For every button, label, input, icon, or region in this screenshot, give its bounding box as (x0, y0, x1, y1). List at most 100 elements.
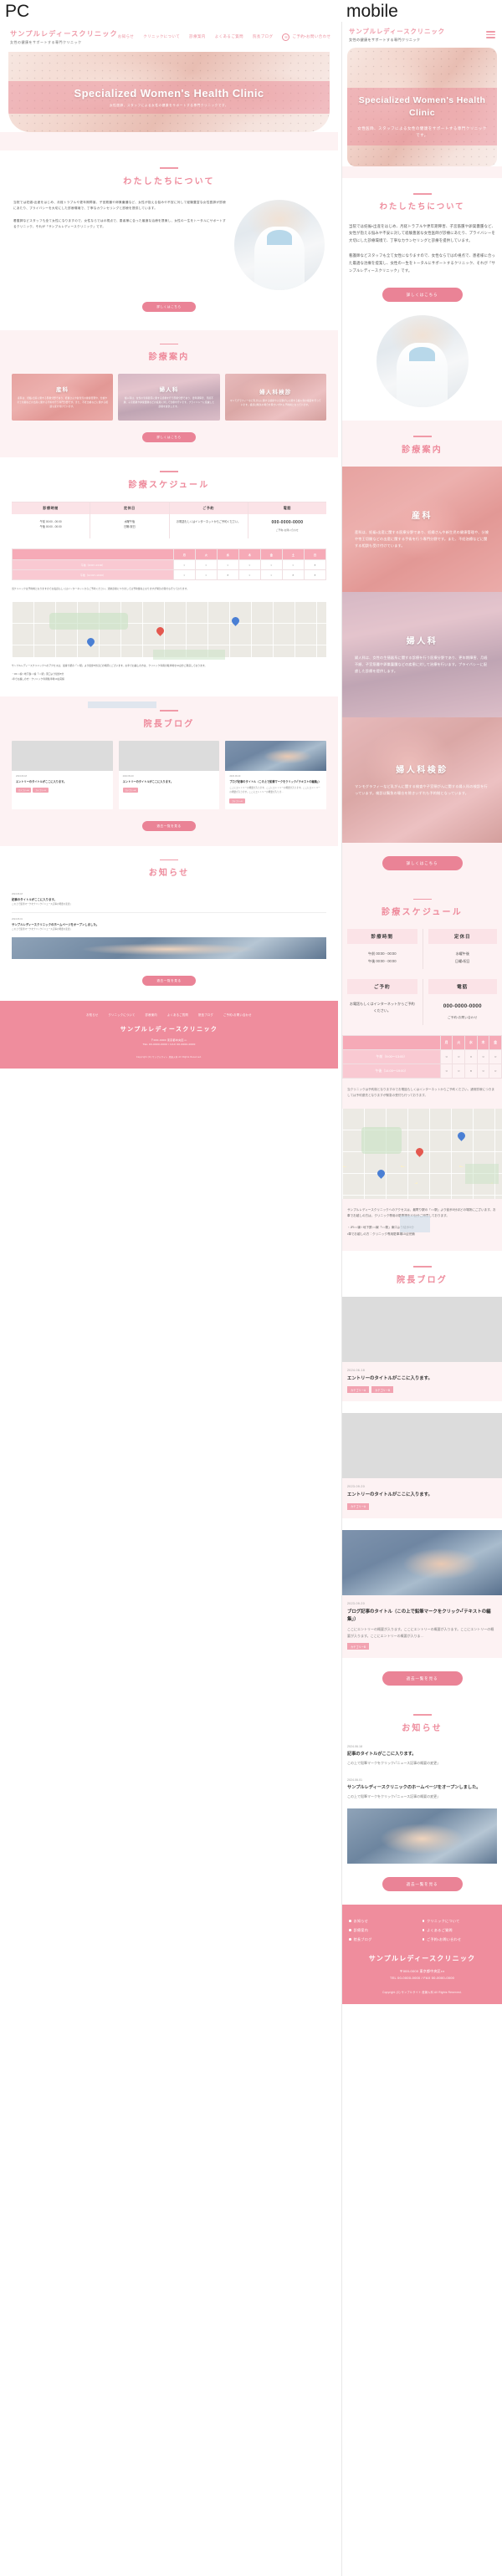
blog-thumbnail (342, 1296, 502, 1362)
footer-link-services[interactable]: 診療案内 (349, 1926, 423, 1935)
nav-item-services[interactable]: 診療案内 (189, 34, 206, 39)
mobile-service-card-obstetrics[interactable]: 産科 産科は、妊娠・出産に関する医療分野であり、妊婦さんや新生児の健康管理や、分… (342, 466, 502, 592)
mobile-blog-archive-button[interactable]: 過去一覧を見る (382, 1671, 463, 1686)
mobile-brand-block[interactable]: サンプルレディースクリニック 女性の健康をサポートする専門クリニック (349, 27, 445, 43)
about-title: わたしたちについて (123, 176, 215, 186)
tag[interactable]: カテゴリーB (229, 798, 245, 803)
hours-pm: 午後 00:00 - 00:00 (368, 958, 397, 963)
phone-caption: ご予約・お問い合わせ (447, 1015, 478, 1019)
blog-tags: カテゴリーA カテゴリーB (347, 1386, 497, 1394)
mark: ○ (259, 569, 283, 581)
mobile-news-item[interactable]: 2024.06.18 記事のタイトルがここに入ります。 この上で鉛筆マークをクリ… (342, 1745, 502, 1767)
tag[interactable]: カテゴリーB (371, 1386, 394, 1394)
service-text: 婦人科は、女性の生殖器系に関する診療を行う医療分野であり、更年期障害、月経不順、… (355, 655, 488, 674)
news-item[interactable]: 2024.06.01 サンプルレディースクリニックのホームページをオープンしまし… (12, 913, 326, 964)
heading-rule (412, 898, 432, 900)
tag[interactable]: カテゴリーA (16, 788, 32, 793)
news-archive-button[interactable]: 過去一覧を見る (142, 975, 196, 986)
mobile-news-archive-button[interactable]: 過去一覧を見る (382, 1877, 463, 1892)
mark: ○ (172, 559, 196, 571)
access-line-3: ・車でお越しの方：クリニック専用駐車場10台完備 (347, 1232, 415, 1236)
blog-post-title: エントリーのタイトルがここに入ります。 (16, 779, 67, 783)
footer-link-faq[interactable]: よくあるご質問 (422, 1926, 496, 1935)
service-name: 婦人科 (159, 387, 179, 394)
footer-link-blog[interactable]: 院長ブログ (198, 1013, 213, 1017)
access-map[interactable] (12, 601, 326, 657)
mobile-blog-card[interactable]: 2023.09.20 ブログ記事のタイトル（この上で鉛筆マークをクリック・「テキ… (342, 1529, 502, 1659)
hamburger-menu-icon[interactable] (486, 31, 495, 38)
footer-link-about[interactable]: クリニックについて (422, 1916, 496, 1926)
tag[interactable]: カテゴリーA (122, 788, 139, 793)
service-card-screening[interactable]: 婦人科検診 マンモグラフィーなど乳がんに関する検査や子宮頸がんに関する婦人科の検… (224, 374, 326, 421)
nav-item-about[interactable]: クリニックについて (143, 34, 180, 39)
services-more-button[interactable]: 詳しくはこちら (142, 432, 196, 443)
service-name: 婦人科検診 (259, 389, 292, 395)
tag[interactable]: カテゴリーB (33, 788, 49, 793)
map-pin-landmark[interactable] (230, 615, 242, 627)
nav-contact-button[interactable]: ✉ ご予約・お問い合わせ (282, 33, 330, 41)
brand-block[interactable]: サンプルレディースクリニック 女性の健康をサポートする専門クリニック (10, 28, 118, 45)
mobile-about-more-button[interactable]: 詳しくはこちら (382, 288, 463, 303)
map-pin-landmark[interactable] (455, 1130, 467, 1141)
mobile-access-text: サンプルレディースクリニックへのアクセスは、最寄り駅の「○○駅」より徒歩5分ほど… (347, 1207, 497, 1237)
tag[interactable]: カテゴリーA (347, 1502, 370, 1510)
mobile-service-card-gynecology[interactable]: 婦人科 婦人科は、女性の生殖器系に関する診療を行う医療分野であり、更年期障害、月… (342, 591, 502, 717)
nav-item-faq[interactable]: よくあるご質問 (215, 34, 243, 39)
tag[interactable]: カテゴリーA (347, 1386, 370, 1394)
blog-card[interactable]: 2023.09.20 エントリーのタイトルがここに入ります。 カテゴリーA (118, 740, 220, 809)
news-date: 2024.06.01 (12, 917, 23, 921)
nav-item-news[interactable]: お知らせ (118, 34, 134, 39)
mobile-schedule-cell-hours: 診療時間 午前 00:00 - 00:00 午後 00:00 - 00:00 (342, 929, 423, 968)
phone-number[interactable]: 000-0000-0000 (443, 1003, 482, 1009)
footer-link-services[interactable]: 診療案内 (146, 1013, 157, 1017)
news-heading: お知らせ (0, 859, 338, 878)
footer-link-contact[interactable]: ご予約・お問い合わせ (223, 1013, 252, 1017)
news-date: 2024.06.18 (347, 1745, 362, 1749)
blog-card[interactable]: 2023.09.20 ブログ記事のタイトル（この上で鉛筆マークをクリック・「テキ… (225, 740, 327, 809)
nav-contact-label[interactable]: ご予約・お問い合わせ (292, 34, 330, 39)
blog-thumbnail (118, 740, 220, 771)
about-more-button[interactable]: 詳しくはこちら (142, 301, 196, 312)
mobile-schedule-cell-closed: 定休日 水曜午後 日曜・祝日 (422, 929, 502, 969)
day-thu: 木 (238, 548, 261, 561)
mobile-news-item[interactable]: 2024.06.01 サンプルレディースクリニックのホームページをオープンしまし… (342, 1778, 502, 1864)
footer-link-contact[interactable]: ご予約・お問い合わせ (422, 1935, 496, 1944)
cell-head: 診療時間 (12, 502, 90, 514)
mobile-schedule-section: 診療スケジュール 診療時間 午前 00:00 - 00:00 午後 00:00 … (342, 883, 502, 1252)
map-pin-station[interactable] (376, 1168, 387, 1180)
tag[interactable]: カテゴリーB (347, 1643, 370, 1650)
phone-number[interactable]: 000-0000-0000 (271, 520, 303, 525)
news-item[interactable]: 2024.06.18 記事のタイトルがここに入ります。 この上で鉛筆マークをクリ… (12, 888, 326, 913)
map-pin-clinic[interactable] (155, 625, 166, 637)
mobile-access-map[interactable] (342, 1108, 502, 1199)
mobile-blog-card[interactable]: 2024.06.18 エントリーのタイトルがここに入ります。 カテゴリーA カテ… (342, 1296, 502, 1402)
footer-link-news[interactable]: お知らせ (86, 1013, 98, 1017)
service-name: 産科 (412, 511, 433, 521)
footer-link-about[interactable]: クリニックについて (108, 1013, 135, 1017)
footer-link-blog[interactable]: 院長ブログ (349, 1935, 423, 1944)
map-pin-station[interactable] (85, 636, 97, 648)
mobile-brand-name: サンプルレディースクリニック (349, 28, 445, 35)
footer-tel-line: TEL 00-0000-0000 / FAX 00-0000-0000 (389, 1976, 455, 1981)
blog-archive-button[interactable]: 過去一覧を見る (142, 820, 196, 831)
mobile-blog-card[interactable]: 2023.09.20 エントリーのタイトルがここに入ります。 カテゴリーA (342, 1413, 502, 1518)
service-card-obstetrics[interactable]: 産科 産科は、妊娠・出産に関する医療分野であり、妊婦さんや新生児の健康管理や、分… (12, 374, 114, 421)
map-pin-clinic[interactable] (413, 1146, 425, 1158)
about-paragraph-1: 当院では妊娠・出産をはじめ、月経トラブルや更年期障害、子宮筋腫や卵巣嚢腫など、女… (349, 223, 495, 242)
hero-bottom-strip (0, 132, 338, 150)
footer-link-faq[interactable]: よくあるご質問 (167, 1013, 188, 1017)
footer-link-news[interactable]: お知らせ (349, 1916, 423, 1926)
day-thu: 木 (476, 1034, 490, 1050)
bullet-icon (349, 1938, 351, 1941)
mark: ○ (489, 1048, 502, 1064)
label: お知らせ (353, 1918, 369, 1923)
day-fri: 金 (259, 548, 283, 561)
mobile-about-title: わたしたちについて (379, 201, 465, 211)
mobile-hero-bottom-strip (342, 166, 502, 178)
service-text: マンモグラフィーなど乳がんに関する検査や子宮頸がんに関する婦人科の検診を行ってい… (229, 399, 321, 406)
service-card-gynecology[interactable]: 婦人科 婦人科は、女性の生殖器系に関する診療を行う医療分野であり、更年期障害、月… (118, 374, 220, 421)
mobile-services-more-button[interactable]: 詳しくはこちら (382, 855, 463, 870)
nav-item-blog[interactable]: 院長ブログ (253, 34, 273, 39)
mobile-service-card-screening[interactable]: 婦人科検診 マンモグラフィーなど乳がんに関する検査や子宮頸がんに関する婦人科の検… (342, 717, 502, 843)
blog-card[interactable]: 2024.06.18 エントリーのタイトルがここに入ります。 カテゴリーA カテ… (12, 740, 113, 809)
